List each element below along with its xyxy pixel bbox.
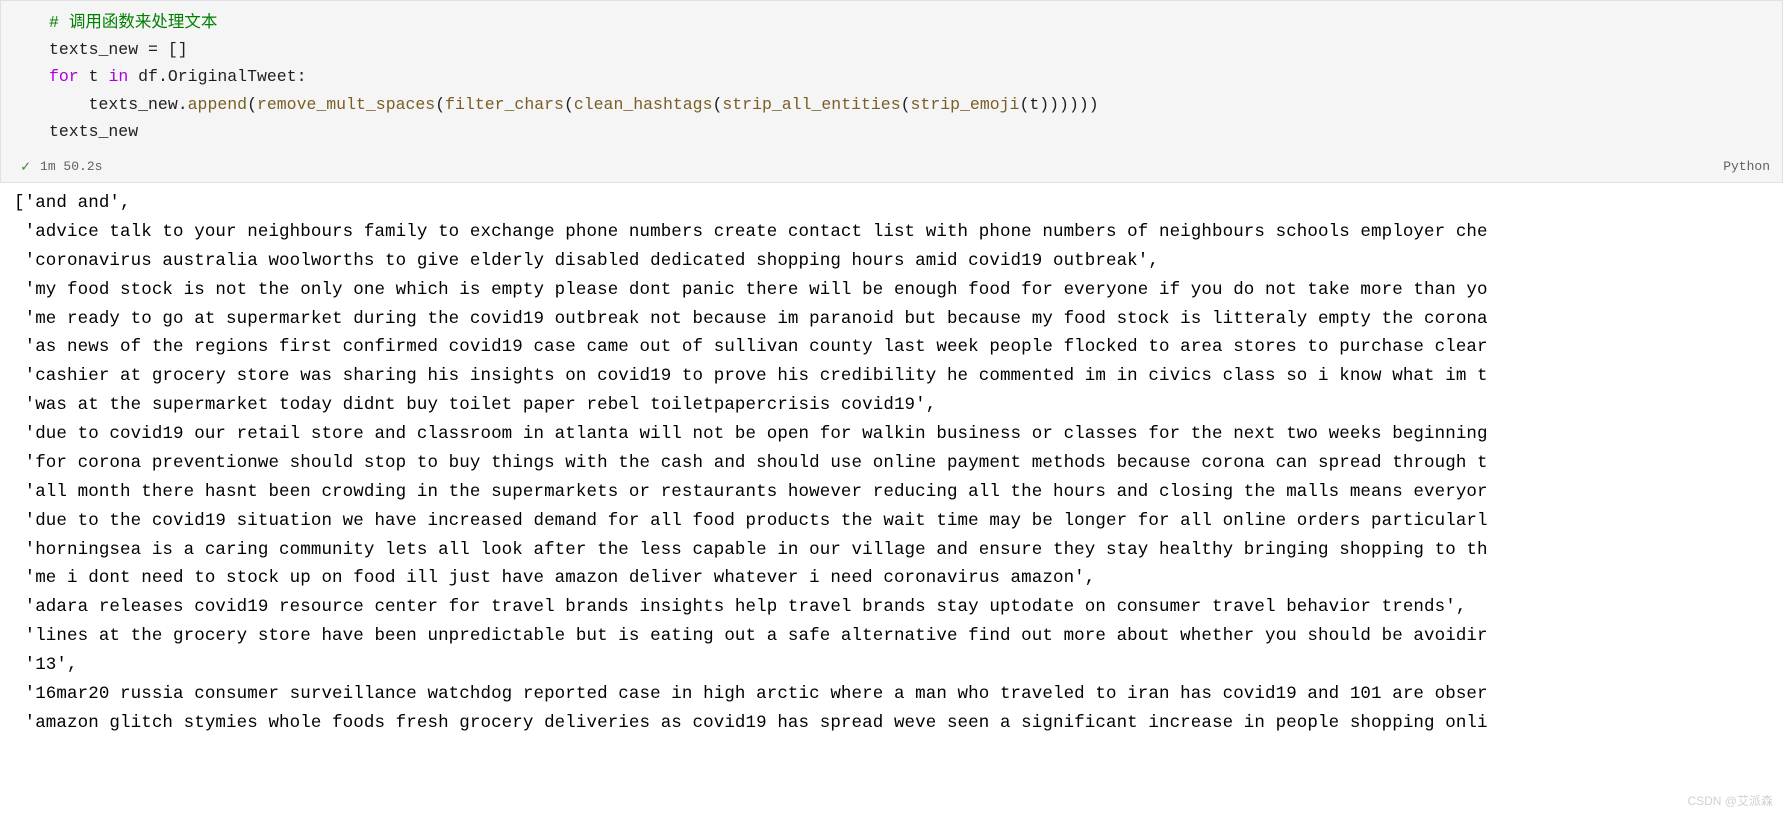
indent — [49, 95, 89, 114]
code-token: = — [148, 40, 158, 59]
code-token: . — [178, 95, 188, 114]
code-func: strip_emoji — [911, 95, 1020, 114]
language-label[interactable]: Python — [1723, 159, 1770, 174]
watermark: CSDN @艾派森 — [1687, 792, 1773, 809]
code-func: filter_chars — [445, 95, 564, 114]
output-line: 'as news of the regions first confirmed … — [14, 333, 1783, 362]
code-token: : — [297, 67, 307, 86]
code-comment: 调用函数来处理文本 — [69, 13, 218, 32]
code-func: clean_hashtags — [574, 95, 713, 114]
code-token: OriginalTweet — [168, 67, 297, 86]
output-line: 'me ready to go at supermarket during th… — [14, 305, 1783, 334]
output-line: 'coronavirus australia woolworths to giv… — [14, 247, 1783, 276]
code-token: df — [128, 67, 158, 86]
cell-output[interactable]: ['and and', 'advice talk to your neighbo… — [0, 183, 1783, 738]
code-token: ( — [901, 95, 911, 114]
output-line: '16mar20 russia consumer surveillance wa… — [14, 680, 1783, 709]
code-func: append — [188, 95, 247, 114]
code-func: strip_all_entities — [722, 95, 900, 114]
code-token: t — [79, 67, 109, 86]
output-line: 'due to covid19 our retail store and cla… — [14, 420, 1783, 449]
code-token: # — [49, 13, 69, 32]
output-line: 'cashier at grocery store was sharing hi… — [14, 362, 1783, 391]
code-token: ( — [1019, 95, 1029, 114]
output-line: 'lines at the grocery store have been un… — [14, 622, 1783, 651]
code-token: . — [158, 67, 168, 86]
code-token: [] — [158, 40, 188, 59]
output-line: 'all month there hasnt been crowding in … — [14, 478, 1783, 507]
code-keyword: for — [49, 67, 79, 86]
output-line: 'me i dont need to stock up on food ill … — [14, 564, 1783, 593]
output-line: 'for corona preventionwe should stop to … — [14, 449, 1783, 478]
success-check-icon: ✓ — [21, 157, 30, 176]
code-token: texts_new — [89, 95, 178, 114]
code-token: ( — [247, 95, 257, 114]
code-cell: # 调用函数来处理文本 texts_new = [] for t in df.O… — [0, 0, 1783, 183]
code-token: t — [1029, 95, 1039, 114]
output-line: '13', — [14, 651, 1783, 680]
code-token: ( — [435, 95, 445, 114]
code-token: texts_new — [49, 122, 138, 141]
output-line: 'adara releases covid19 resource center … — [14, 593, 1783, 622]
cell-status-bar: ✓ 1m 50.2s Python — [1, 153, 1782, 182]
code-token: ( — [564, 95, 574, 114]
output-line: ['and and', — [14, 189, 1783, 218]
code-token: )))))) — [1039, 95, 1098, 114]
output-line: 'amazon glitch stymies whole foods fresh… — [14, 709, 1783, 738]
code-func: remove_mult_spaces — [257, 95, 435, 114]
code-editor[interactable]: # 调用函数来处理文本 texts_new = [] for t in df.O… — [1, 1, 1782, 153]
output-line: 'horningsea is a caring community lets a… — [14, 536, 1783, 565]
output-line: 'my food stock is not the only one which… — [14, 276, 1783, 305]
output-line: 'advice talk to your neighbours family t… — [14, 218, 1783, 247]
execution-time: 1m 50.2s — [40, 159, 102, 174]
output-line: 'due to the covid19 situation we have in… — [14, 507, 1783, 536]
output-line: 'was at the supermarket today didnt buy … — [14, 391, 1783, 420]
code-token: ( — [712, 95, 722, 114]
code-token: texts_new — [49, 40, 148, 59]
code-keyword: in — [108, 67, 128, 86]
